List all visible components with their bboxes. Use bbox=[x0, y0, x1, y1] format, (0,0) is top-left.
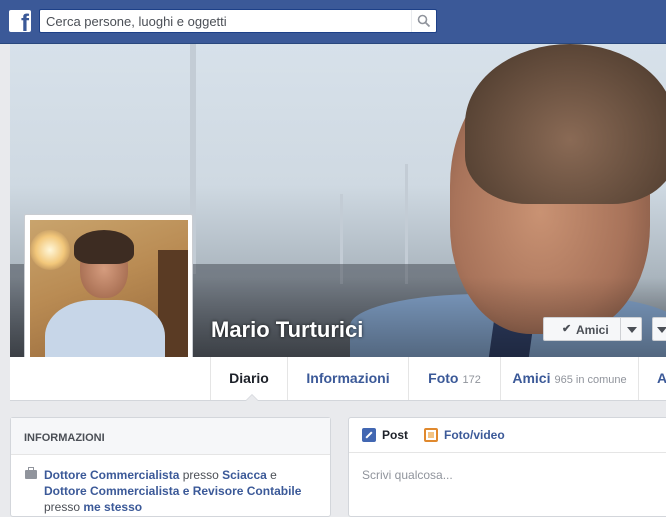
tab-more[interactable]: A bbox=[638, 357, 666, 400]
search-input[interactable]: Cerca persone, luoghi e oggetti bbox=[39, 9, 437, 33]
edit-icon bbox=[362, 428, 376, 442]
tab-label: Foto bbox=[428, 370, 459, 386]
tab-count: 172 bbox=[462, 374, 481, 386]
info-title[interactable]: INFORMAZIONI bbox=[24, 432, 105, 444]
top-navigation-bar: f Cerca persone, luoghi e oggetti bbox=[0, 0, 666, 44]
employer-link[interactable]: me stesso bbox=[83, 500, 142, 514]
profile-tabs: Diario Informazioni Foto 172 Amici 965 in … bbox=[10, 357, 666, 401]
tab-diario[interactable]: Diario bbox=[210, 357, 287, 401]
cover-hair bbox=[465, 44, 666, 204]
button-divider bbox=[620, 318, 621, 340]
job-link[interactable]: Dottore Commercialista bbox=[44, 468, 179, 482]
photo-icon bbox=[424, 428, 438, 442]
tab-label: Diario bbox=[229, 370, 269, 386]
checkmark-icon: ✔ bbox=[562, 323, 572, 335]
briefcase-icon bbox=[25, 467, 37, 479]
composer-tab-photo[interactable]: Foto/video bbox=[424, 428, 505, 442]
conjunction-text: e bbox=[270, 468, 277, 482]
photo-hair bbox=[74, 230, 134, 264]
presso-text: presso bbox=[44, 500, 81, 514]
more-options-button[interactable] bbox=[652, 317, 666, 341]
composer-input[interactable]: Scrivi qualcosa... bbox=[362, 468, 453, 482]
place-link[interactable]: Sciacca bbox=[222, 468, 267, 482]
composer-tab-label: Foto/video bbox=[444, 428, 505, 442]
tab-label: Informazioni bbox=[306, 370, 390, 386]
active-tab-indicator-fill bbox=[246, 395, 258, 401]
chevron-down-icon bbox=[627, 327, 637, 333]
tab-label: A bbox=[657, 370, 666, 386]
tab-label: Amici bbox=[512, 370, 551, 386]
composer-tab-post[interactable]: Post bbox=[362, 428, 408, 442]
profile-photo bbox=[30, 220, 188, 378]
tab-foto[interactable]: Foto 172 bbox=[408, 357, 500, 400]
tab-amici[interactable]: Amici 965 in comune bbox=[500, 357, 638, 400]
composer-tab-label: Post bbox=[382, 428, 409, 442]
presso-text: presso bbox=[182, 468, 219, 482]
lamp-glow bbox=[30, 230, 70, 270]
search-placeholder: Cerca persone, luoghi e oggetti bbox=[46, 14, 227, 29]
profile-name[interactable]: Mario Turturici bbox=[211, 317, 363, 343]
tab-informazioni[interactable]: Informazioni bbox=[287, 357, 408, 400]
info-panel: INFORMAZIONI Dottore Commercialista pres… bbox=[10, 417, 331, 517]
post-composer: Post Foto/video Scrivi qualcosa... bbox=[348, 417, 666, 517]
chevron-down-icon bbox=[657, 327, 666, 333]
friends-button-label: Amici bbox=[576, 323, 609, 337]
search-icon bbox=[417, 14, 431, 28]
job-link[interactable]: Dottore Commercialista e Revisore Contab… bbox=[44, 484, 301, 498]
search-button[interactable] bbox=[411, 10, 436, 32]
tab-count: 965 in comune bbox=[554, 374, 627, 386]
friends-button[interactable]: ✔ Amici bbox=[543, 317, 642, 341]
composer-tabs: Post Foto/video bbox=[349, 418, 666, 453]
facebook-logo-icon[interactable]: f bbox=[9, 10, 31, 32]
info-header: INFORMAZIONI bbox=[11, 418, 330, 455]
